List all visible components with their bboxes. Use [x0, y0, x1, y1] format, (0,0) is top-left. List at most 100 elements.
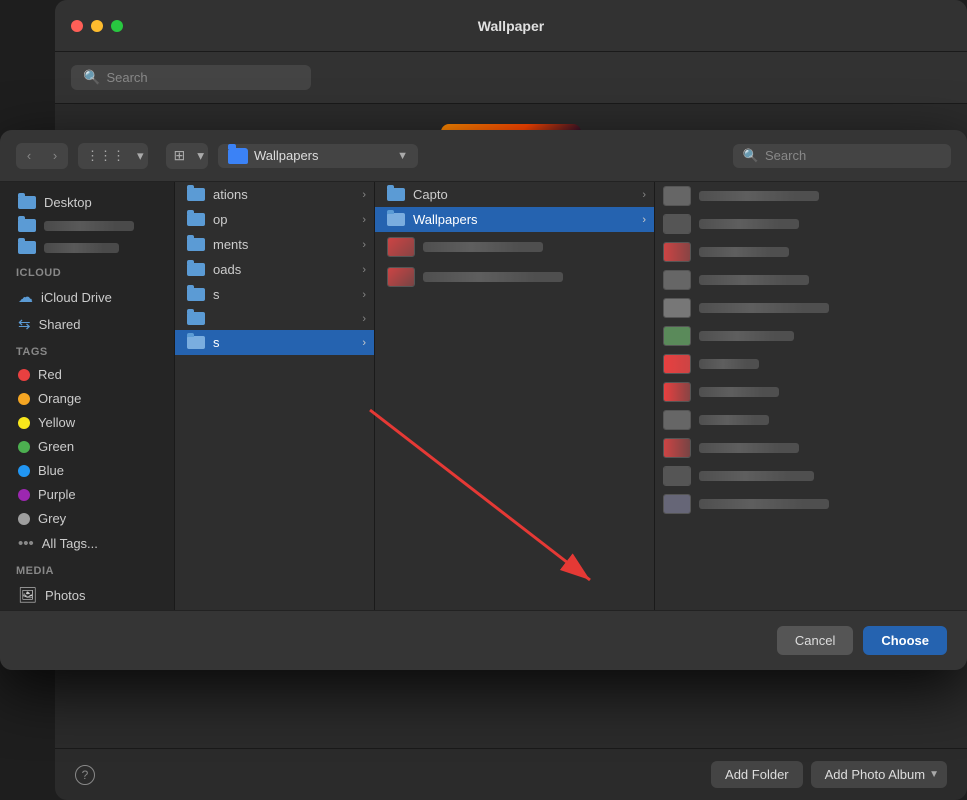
applications-label: ations: [213, 187, 248, 202]
sidebar-item-desktop[interactable]: Desktop: [6, 191, 168, 214]
purple-tag-dot: [18, 489, 30, 501]
file-item-applications[interactable]: ations ›: [175, 182, 374, 207]
column-view-button[interactable]: ⋮⋮⋮: [78, 143, 133, 169]
bg-search-box[interactable]: 🔍: [71, 65, 311, 90]
help-button[interactable]: ?: [75, 765, 95, 785]
sidebar-item-tag-grey[interactable]: Grey: [6, 507, 168, 530]
column-view-chevron[interactable]: ▾: [133, 143, 148, 169]
nav-forward-button[interactable]: ›: [42, 143, 68, 169]
file-item-blurred-3[interactable]: [375, 232, 654, 262]
sidebar-item-tag-yellow[interactable]: Yellow: [6, 411, 168, 434]
thumb-item-12[interactable]: [655, 490, 967, 518]
file-item-blurred-4[interactable]: [375, 262, 654, 292]
folder-icon-5: [187, 288, 205, 301]
documents-label: ments: [213, 237, 248, 252]
file-column-1: ations › op › ments › oads ›: [175, 182, 375, 610]
capto-label: Capto: [413, 187, 448, 202]
add-photo-album-button[interactable]: Add Photo Album ▼: [811, 761, 947, 788]
wallpapers-arrow-icon: ›: [642, 214, 646, 226]
file-item-5[interactable]: s ›: [175, 282, 374, 307]
sidebar-item-tag-green[interactable]: Green: [6, 435, 168, 458]
chevron-down-icon: ▼: [929, 769, 939, 780]
file-item-capto[interactable]: Capto ›: [375, 182, 654, 207]
blurred-name-7: [699, 359, 759, 369]
window-titlebar: Wallpaper: [55, 0, 967, 52]
thumb-1: [663, 186, 691, 206]
maximize-button[interactable]: [111, 20, 123, 32]
grid-view-button[interactable]: ⊞: [166, 143, 194, 169]
sidebar-item-photos[interactable]: 🖼 Photos: [6, 582, 168, 608]
search-icon: 🔍: [83, 69, 100, 86]
finder-search-box[interactable]: 🔍: [733, 144, 951, 168]
thumb-item-10[interactable]: [655, 434, 967, 462]
thumb-item-3[interactable]: [655, 238, 967, 266]
sidebar-item-shared[interactable]: ⇆ Shared: [6, 311, 168, 337]
icloud-section-label: iCloud: [0, 259, 174, 283]
current-folder-name: Wallpapers: [254, 148, 319, 163]
thumb-5: [663, 298, 691, 318]
thumb-item-7[interactable]: [655, 350, 967, 378]
nav-back-button[interactable]: ‹: [16, 143, 42, 169]
red-tag-dot: [18, 369, 30, 381]
file-item-desktop-col[interactable]: op ›: [175, 207, 374, 232]
finder-search-input[interactable]: [765, 148, 941, 163]
sidebar-item-blurred1[interactable]: [6, 215, 168, 236]
sidebar-item-tag-orange[interactable]: Orange: [6, 387, 168, 410]
arrow-icon-selected: ›: [362, 337, 366, 349]
capto-folder-icon: [387, 188, 405, 201]
downloads-icon: [187, 263, 205, 276]
capto-arrow-icon: ›: [642, 189, 646, 201]
desktop-col-icon: [187, 213, 205, 226]
close-button[interactable]: [71, 20, 83, 32]
cancel-button[interactable]: Cancel: [777, 626, 853, 655]
thumb-item-1[interactable]: [655, 182, 967, 210]
thumb-item-11[interactable]: [655, 462, 967, 490]
thumb-item-6[interactable]: [655, 322, 967, 350]
choose-button[interactable]: Choose: [863, 626, 947, 655]
blurred-name-12: [699, 499, 829, 509]
sidebar-item-all-tags[interactable]: ••• All Tags...: [6, 531, 168, 556]
grid-view-chevron[interactable]: ▾: [193, 143, 208, 169]
folder-selector-chevron: ▼: [397, 150, 408, 162]
finder-search-icon: 🔍: [743, 148, 759, 164]
add-folder-button[interactable]: Add Folder: [711, 761, 803, 788]
finder-sidebar: Desktop iCloud ☁ iCloud Drive ⇆ Shared T…: [0, 182, 175, 610]
applications-folder-icon: [187, 188, 205, 201]
thumb-8: [663, 382, 691, 402]
thumb-item-9[interactable]: [655, 406, 967, 434]
folder-label-selected: s: [213, 335, 220, 350]
file-item-wallpapers[interactable]: Wallpapers ›: [375, 207, 654, 232]
blurred-folder-icon-2: [18, 241, 36, 254]
blurred-name-5: [699, 303, 829, 313]
photos-icon: 🖼: [18, 586, 37, 604]
folder-icon: [228, 148, 248, 164]
minimize-button[interactable]: [91, 20, 103, 32]
sidebar-item-tag-blue[interactable]: Blue: [6, 459, 168, 482]
main-search-input[interactable]: [106, 70, 299, 85]
file-item-6[interactable]: ›: [175, 307, 374, 330]
current-folder-selector[interactable]: Wallpapers ▼: [218, 144, 418, 168]
thumb-10: [663, 438, 691, 458]
finder-open-dialog: ‹ › ⋮⋮⋮ ▾ ⊞ ▾ Wallpapers ▼ 🔍 Desktop: [0, 130, 967, 670]
file-item-downloads[interactable]: oads ›: [175, 257, 374, 282]
finder-body: Desktop iCloud ☁ iCloud Drive ⇆ Shared T…: [0, 182, 967, 610]
wallpapers-label: Wallpapers: [413, 212, 478, 227]
thumb-item-2[interactable]: [655, 210, 967, 238]
file-item-selected[interactable]: s ›: [175, 330, 374, 355]
sidebar-item-tag-purple[interactable]: Purple: [6, 483, 168, 506]
file-item-documents[interactable]: ments ›: [175, 232, 374, 257]
thumb-item-8[interactable]: [655, 378, 967, 406]
photos-label: Photos: [45, 588, 85, 603]
blurred-label-1: [44, 221, 134, 231]
thumb-item-5[interactable]: [655, 294, 967, 322]
blurred-name-3: [699, 247, 789, 257]
icloud-drive-icon: ☁: [18, 288, 33, 306]
sidebar-item-blurred2[interactable]: [6, 237, 168, 258]
sidebar-item-icloud-drive[interactable]: ☁ iCloud Drive: [6, 284, 168, 310]
file-column-2: Capto › Wallpapers ›: [375, 182, 655, 610]
thumb-item-4[interactable]: [655, 266, 967, 294]
thumb-3: [663, 242, 691, 262]
blurred-name-6: [699, 331, 794, 341]
sidebar-item-tag-red[interactable]: Red: [6, 363, 168, 386]
icloud-drive-label: iCloud Drive: [41, 290, 112, 305]
